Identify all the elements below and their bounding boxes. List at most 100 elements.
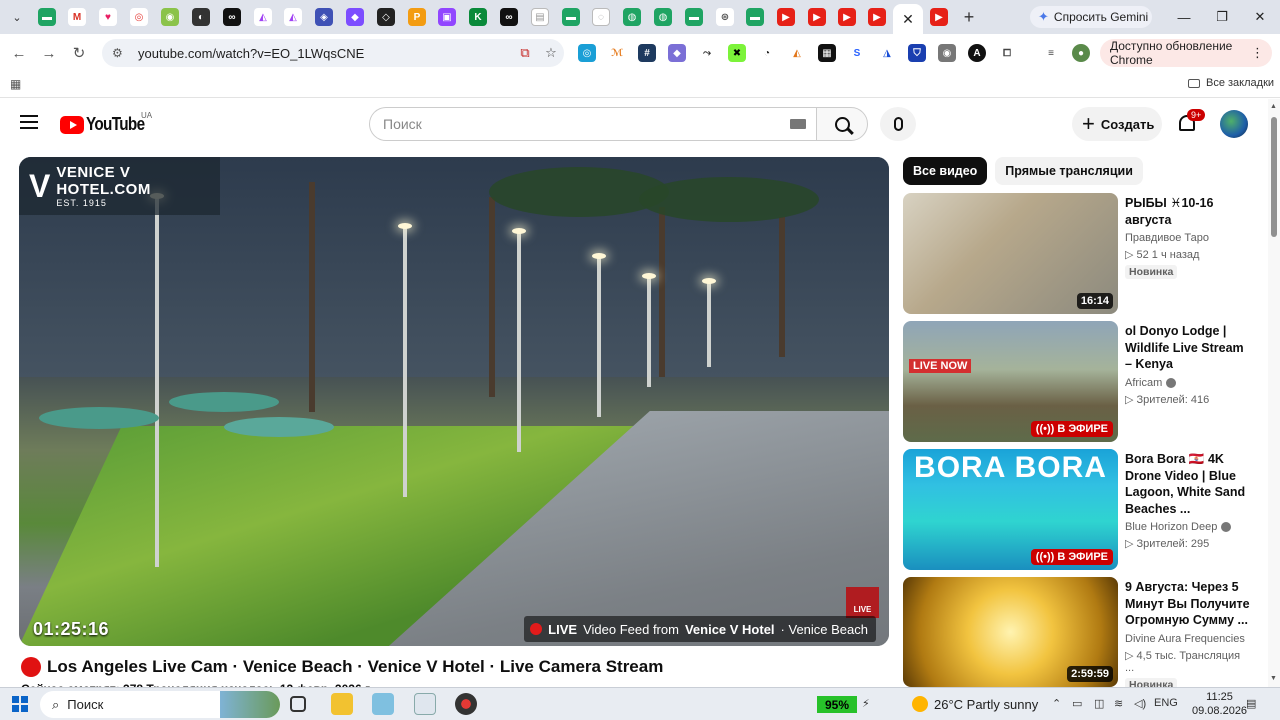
extension-icon[interactable]: ✖ (728, 44, 746, 62)
recommendation-card[interactable]: LIVE NOW ((•)) В ЭФИРЕ ol Donyo Lodge | … (903, 321, 1253, 443)
extension-icon[interactable]: ◮ (878, 44, 896, 62)
extension-icon[interactable]: A (968, 44, 986, 62)
extension-icon[interactable]: # (638, 44, 656, 62)
notifications-icon[interactable]: ▤ (1246, 697, 1256, 710)
tab-favicon[interactable]: ▬ (685, 8, 703, 26)
profile-icon[interactable]: ● (1072, 44, 1090, 62)
metamask-icon[interactable]: ◭ (788, 44, 806, 62)
file-explorer-icon[interactable] (331, 693, 353, 715)
tab-favicon[interactable]: ◭ (284, 8, 302, 26)
tab-favicon[interactable]: ◈ (315, 8, 333, 26)
extension-icon[interactable]: ◎ (578, 44, 596, 62)
tab-favicon[interactable]: ◌ (592, 8, 610, 26)
tab-favicon[interactable]: ♥ (99, 8, 117, 26)
forward-button[interactable]: → (36, 41, 62, 65)
tab-favicon[interactable]: ▬ (746, 8, 764, 26)
tab-favicon[interactable]: M (68, 8, 86, 26)
back-button[interactable]: ← (6, 41, 32, 65)
extension-icon[interactable]: ℳ (608, 44, 626, 62)
window-close-button[interactable]: ✕ (1246, 6, 1274, 28)
keyboard-icon[interactable] (790, 119, 806, 129)
address-bar[interactable]: ⚙ youtube.com/watch?v=EO_1LWqsCNE ⧉ ☆ (102, 39, 564, 67)
tab-favicon[interactable]: ∞ (223, 8, 241, 26)
tab-favicon[interactable]: ▤ (531, 8, 549, 26)
rec-title[interactable]: ol Donyo Lodge | Wildlife Live Stream – … (1125, 323, 1251, 373)
youtube-tab-favicon[interactable]: ▶ (808, 8, 826, 26)
scroll-down-arrow-icon[interactable]: ▼ (1270, 675, 1277, 682)
tab-favicon[interactable]: ⊛ (716, 8, 734, 26)
tab-favicon[interactable]: ◎ (130, 8, 148, 26)
shield-icon[interactable]: ⛉ (908, 44, 926, 62)
app-icon[interactable] (372, 693, 394, 715)
wifi-icon[interactable]: ≋ (1114, 697, 1123, 710)
tab-favicon[interactable]: ◐ (192, 8, 210, 26)
youtube-tab-favicon[interactable]: ▶ (930, 8, 948, 26)
page-scrollbar[interactable]: ▲ ▼ (1268, 99, 1280, 687)
tab-search-icon[interactable]: ⌄ (6, 7, 28, 27)
apps-grid-icon[interactable]: ▦ (10, 77, 21, 91)
scroll-up-arrow-icon[interactable]: ▲ (1270, 103, 1277, 110)
windows-start-icon[interactable] (12, 696, 28, 712)
reload-button[interactable]: ↻ (66, 41, 92, 65)
battery-indicator[interactable]: 95% (817, 696, 857, 713)
url-text[interactable]: youtube.com/watch?v=EO_1LWqsCNE (138, 46, 512, 61)
new-tab-button[interactable]: + (958, 7, 980, 27)
tray-icon[interactable]: ◫ (1094, 697, 1104, 710)
rec-title[interactable]: РЫБЫ ♓10-16 августа (1125, 195, 1251, 228)
rec-channel[interactable]: Divine Aura Frequencies (1125, 633, 1251, 645)
rec-channel[interactable]: Правдивое Таро (1125, 232, 1251, 244)
active-tab-close-button[interactable]: ✕ (893, 4, 923, 34)
recommendation-card[interactable]: 2:59:59 9 Августа: Через 5 Минут Вы Полу… (903, 577, 1253, 687)
ask-gemini-button[interactable]: ✦ Спросить Gemini (1030, 6, 1152, 28)
tab-favicon[interactable]: ◇ (377, 8, 395, 26)
tab-favicon[interactable]: ▬ (38, 8, 56, 26)
tray-icon[interactable]: ▭ (1072, 697, 1082, 710)
youtube-tab-favicon[interactable]: ▶ (777, 8, 795, 26)
voice-search-button[interactable] (880, 107, 916, 141)
rec-channel[interactable]: Blue Horizon Deep (1125, 521, 1251, 533)
maximize-button[interactable]: ❐ (1208, 6, 1236, 28)
chip-all-videos[interactable]: Все видео (903, 157, 988, 185)
chrome-update-button[interactable]: Доступно обновление Chrome ⋮ (1100, 39, 1272, 67)
language-indicator[interactable]: ENG (1154, 697, 1178, 709)
task-view-icon[interactable] (290, 696, 306, 712)
youtube-tab-favicon[interactable]: ▶ (868, 8, 886, 26)
extension-icon[interactable]: ◆ (668, 44, 686, 62)
tab-favicon[interactable]: ◍ (623, 8, 641, 26)
extension-icon[interactable]: ⤳ (698, 44, 716, 62)
minimize-button[interactable]: — (1170, 6, 1198, 28)
clock[interactable]: 11:25 09.08.2026 (1192, 690, 1247, 718)
avatar[interactable] (1220, 110, 1248, 138)
notifications-button[interactable]: 9+ (1175, 109, 1206, 136)
video-thumbnail[interactable]: BORA BORA ((•)) В ЭФИРЕ (903, 449, 1118, 570)
tab-favicon[interactable]: P (408, 8, 426, 26)
recommendation-card[interactable]: 16:14 РЫБЫ ♓10-16 августа Правдивое Таро… (903, 193, 1253, 315)
tab-favicon[interactable]: ∞ (500, 8, 518, 26)
tab-favicon[interactable]: ▣ (438, 8, 456, 26)
video-thumbnail[interactable]: 16:14 (903, 193, 1118, 314)
chrome-taskbar-icon[interactable] (455, 693, 477, 715)
tab-favicon[interactable]: ◆ (346, 8, 364, 26)
create-button[interactable]: + Создать (1072, 107, 1162, 141)
cast-icon[interactable]: ⧉ (512, 45, 538, 61)
tab-favicon[interactable]: ◉ (161, 8, 179, 26)
youtube-tab-favicon[interactable]: ▶ (838, 8, 856, 26)
notepad-icon[interactable] (414, 693, 436, 715)
chip-live-streams[interactable]: Прямые трансляции (995, 157, 1143, 185)
volume-icon[interactable]: ◁) (1134, 697, 1146, 710)
tab-favicon[interactable]: ◍ (654, 8, 672, 26)
bookmark-star-icon[interactable]: ☆ (538, 45, 564, 61)
tab-favicon[interactable]: ▬ (562, 8, 580, 26)
tab-favicon[interactable]: K (469, 8, 487, 26)
taskbar-search[interactable]: ⌕ Поиск (40, 691, 280, 718)
menu-icon[interactable] (20, 115, 38, 129)
rec-title[interactable]: 9 Августа: Через 5 Минут Вы Получите Огр… (1125, 579, 1251, 629)
scrollbar-thumb[interactable] (1271, 117, 1277, 237)
site-info-icon[interactable]: ⚙ (112, 46, 128, 60)
extensions-puzzle-icon[interactable]: ⧠ (998, 44, 1016, 62)
extension-icon[interactable]: S (848, 44, 866, 62)
search-button[interactable] (816, 107, 868, 141)
recommendation-card[interactable]: BORA BORA ((•)) В ЭФИРЕ Bora Bora 🇵🇫 4K … (903, 449, 1253, 571)
tab-favicon[interactable]: ◭ (254, 8, 272, 26)
rec-channel[interactable]: Africam (1125, 377, 1251, 389)
